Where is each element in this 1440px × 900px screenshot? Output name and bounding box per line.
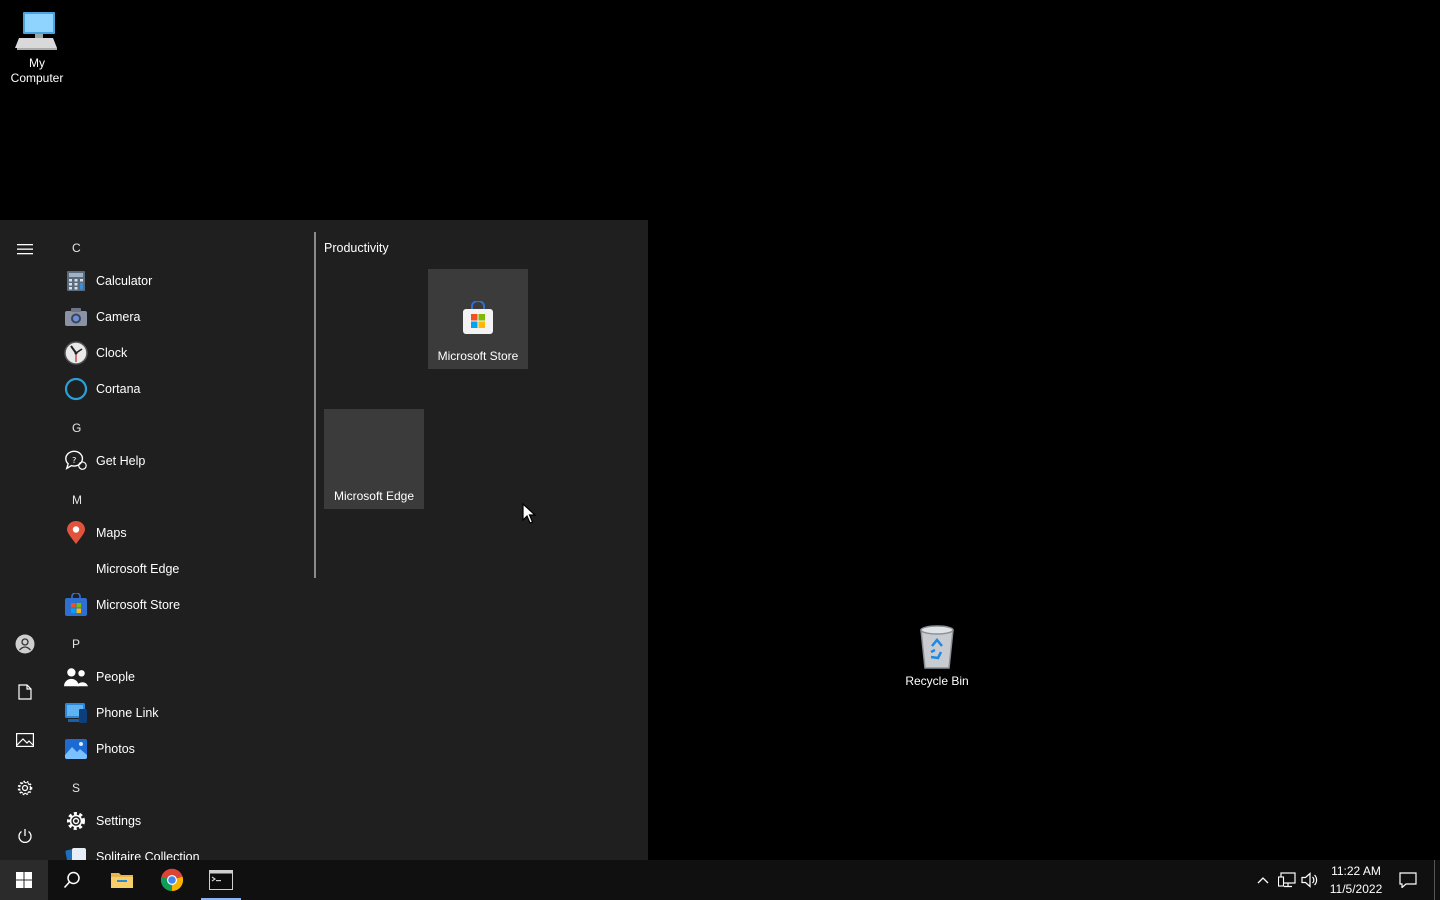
clock-icon bbox=[64, 341, 88, 365]
cortana-icon bbox=[64, 377, 88, 401]
pictures-icon bbox=[16, 733, 34, 747]
power-icon bbox=[18, 829, 32, 843]
start-menu: C Calculator Camera Clock Cortana G ? Ge… bbox=[0, 220, 648, 860]
app-calculator[interactable]: Calculator bbox=[50, 263, 312, 299]
search-button[interactable] bbox=[48, 860, 96, 900]
computer-icon bbox=[15, 12, 57, 50]
app-maps[interactable]: Maps bbox=[50, 515, 312, 551]
people-icon bbox=[64, 665, 88, 689]
app-get-help[interactable]: ? Get Help bbox=[50, 443, 312, 479]
app-microsoft-edge[interactable]: Microsoft Edge bbox=[50, 551, 312, 587]
app-settings-label: Settings bbox=[96, 814, 142, 828]
app-solitaire[interactable]: Solitaire Collection bbox=[50, 839, 312, 860]
recycle-bin-label: Recycle Bin bbox=[905, 674, 969, 688]
folder-icon bbox=[111, 873, 133, 888]
calculator-icon bbox=[64, 269, 88, 293]
chrome-button[interactable] bbox=[148, 860, 196, 900]
app-photos[interactable]: Photos bbox=[50, 731, 312, 767]
terminal-icon bbox=[209, 870, 233, 890]
app-settings[interactable]: Settings bbox=[50, 803, 312, 839]
get-help-icon: ? bbox=[64, 449, 88, 473]
store-icon bbox=[64, 593, 88, 617]
app-clock[interactable]: Clock bbox=[50, 335, 312, 371]
clock-date: 11/5/2022 bbox=[1329, 882, 1383, 896]
show-desktop-button[interactable] bbox=[1434, 860, 1440, 900]
letter-header-p[interactable]: P bbox=[72, 637, 80, 651]
app-microsoft-store-label: Microsoft Store bbox=[96, 598, 181, 612]
letter-header-g[interactable]: G bbox=[72, 421, 81, 435]
start-button[interactable] bbox=[0, 860, 48, 900]
settings-rail-button[interactable] bbox=[0, 765, 50, 811]
app-list-scrollbar[interactable] bbox=[314, 232, 316, 578]
notification-icon bbox=[1399, 872, 1417, 888]
terminal-button[interactable] bbox=[197, 860, 245, 900]
account-button[interactable] bbox=[0, 621, 50, 667]
taskbar: 11:22 AM 11/5/2022 bbox=[0, 860, 1440, 900]
app-calculator-label: Calculator bbox=[96, 274, 153, 288]
camera-icon bbox=[64, 305, 88, 329]
mouse-cursor-icon bbox=[522, 503, 536, 524]
expand-menu-button[interactable] bbox=[0, 226, 50, 272]
clock-time: 11:22 AM bbox=[1331, 864, 1381, 878]
letter-header-s[interactable]: S bbox=[72, 781, 80, 795]
app-cortana-label: Cortana bbox=[96, 382, 141, 396]
app-solitaire-label: Solitaire Collection bbox=[96, 850, 200, 860]
store-icon bbox=[463, 301, 493, 334]
documents-button[interactable] bbox=[0, 669, 50, 715]
app-clock-label: Clock bbox=[96, 346, 128, 360]
photos-icon bbox=[64, 737, 88, 761]
app-people[interactable]: People bbox=[50, 659, 312, 695]
taskbar-clock[interactable]: 11:22 AM 11/5/2022 bbox=[1326, 862, 1386, 898]
app-maps-label: Maps bbox=[96, 526, 127, 540]
windows-logo-icon bbox=[16, 872, 32, 888]
app-microsoft-store[interactable]: Microsoft Store bbox=[50, 587, 312, 623]
tile-microsoft-store[interactable]: Microsoft Store bbox=[428, 269, 528, 369]
search-icon bbox=[63, 871, 80, 889]
tile-microsoft-store-label: Microsoft Store bbox=[437, 349, 519, 363]
network-button[interactable] bbox=[1277, 870, 1297, 890]
letter-header-c[interactable]: C bbox=[72, 241, 81, 255]
chrome-icon bbox=[160, 868, 184, 892]
gear-icon bbox=[17, 780, 33, 796]
document-icon bbox=[18, 684, 32, 700]
show-hidden-icons-button[interactable] bbox=[1253, 870, 1273, 890]
start-rail bbox=[0, 220, 50, 860]
app-microsoft-edge-label: Microsoft Edge bbox=[96, 562, 180, 576]
user-icon bbox=[15, 634, 35, 654]
power-button[interactable] bbox=[0, 813, 50, 859]
app-get-help-label: Get Help bbox=[96, 454, 146, 468]
desktop-icon-my-computer[interactable]: My Computer bbox=[4, 8, 70, 86]
tile-microsoft-edge-label: Microsoft Edge bbox=[333, 489, 415, 503]
file-explorer-button[interactable] bbox=[98, 860, 146, 900]
network-icon bbox=[1278, 872, 1296, 888]
pictures-button[interactable] bbox=[0, 717, 50, 763]
maps-icon bbox=[64, 521, 88, 545]
tile-microsoft-edge[interactable]: Microsoft Edge bbox=[324, 409, 424, 509]
app-phone-link-label: Phone Link bbox=[96, 706, 159, 720]
my-computer-label-line2: Computer bbox=[10, 71, 64, 85]
app-phone-link[interactable]: Phone Link bbox=[50, 695, 312, 731]
letter-header-m[interactable]: M bbox=[72, 493, 82, 507]
volume-button[interactable] bbox=[1300, 870, 1320, 890]
app-camera-label: Camera bbox=[96, 310, 141, 324]
app-camera[interactable]: Camera bbox=[50, 299, 312, 335]
solitaire-icon bbox=[64, 845, 88, 860]
hamburger-icon bbox=[17, 244, 33, 255]
app-people-label: People bbox=[96, 670, 135, 684]
recycle-bin-icon bbox=[920, 625, 954, 669]
tiles-area: Productivity Microsoft Store Microsoft E… bbox=[324, 220, 644, 860]
app-cortana[interactable]: Cortana bbox=[50, 371, 312, 407]
tile-group-title[interactable]: Productivity bbox=[324, 241, 389, 255]
settings-gear-icon bbox=[64, 809, 88, 833]
app-list: C Calculator Camera Clock Cortana G ? Ge… bbox=[50, 220, 312, 860]
app-photos-label: Photos bbox=[96, 742, 135, 756]
speaker-icon bbox=[1301, 872, 1318, 888]
my-computer-label-line1: My bbox=[29, 56, 45, 70]
desktop-icon-recycle-bin[interactable]: Recycle Bin bbox=[897, 624, 977, 689]
action-center-button[interactable] bbox=[1398, 870, 1418, 890]
phone-link-icon bbox=[64, 701, 88, 725]
chevron-up-icon bbox=[1257, 877, 1269, 884]
svg-text:?: ? bbox=[72, 455, 76, 465]
